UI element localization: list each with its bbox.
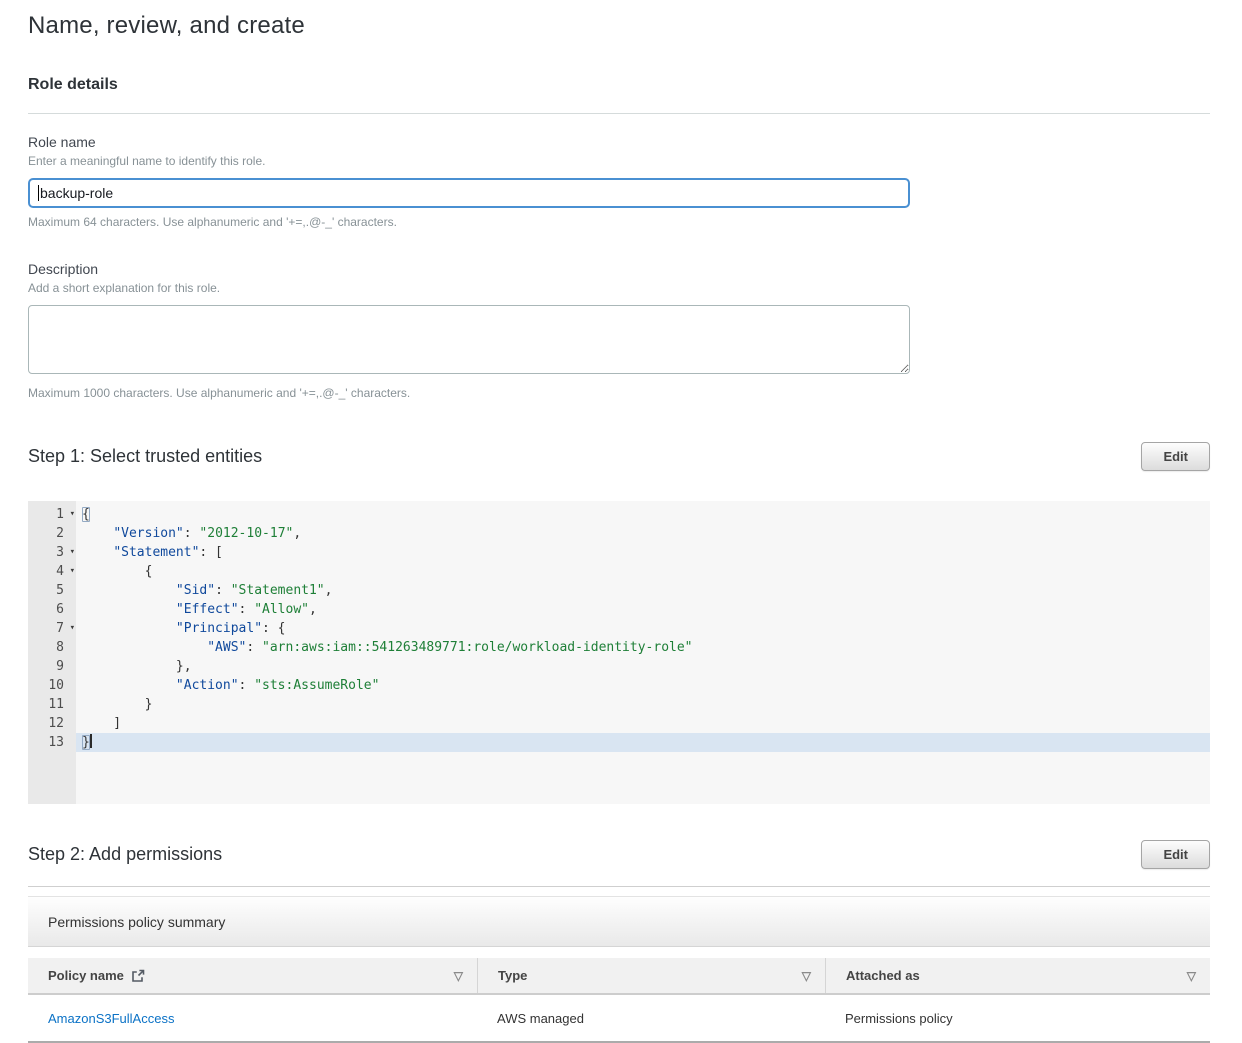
- editor-line: 5 "Sid": "Statement1",: [28, 581, 1210, 600]
- editor-line: 2 "Version": "2012-10-17",: [28, 524, 1210, 543]
- line-number: 6: [28, 600, 76, 619]
- editor-line: 8 "AWS": "arn:aws:iam::541263489771:role…: [28, 638, 1210, 657]
- description-field: Description Add a short explanation for …: [28, 261, 1210, 400]
- line-number: 8: [28, 638, 76, 657]
- step2-title: Step 2: Add permissions: [28, 844, 222, 865]
- step2-divider: [28, 886, 1210, 887]
- role-details-heading: Role details: [28, 76, 1210, 94]
- policy-type-cell: AWS managed: [477, 1011, 825, 1026]
- editor-line: 9 },: [28, 657, 1210, 676]
- role-name-label: Role name: [28, 134, 1210, 150]
- permissions-panel-header: Permissions policy summary: [28, 896, 1210, 947]
- text-cursor: [38, 185, 39, 201]
- column-header-policy-name[interactable]: Policy name ▽: [28, 958, 477, 993]
- step1-title: Step 1: Select trusted entities: [28, 446, 262, 467]
- description-help: Add a short explanation for this role.: [28, 281, 1210, 295]
- editor-line: 6 "Effect": "Allow",: [28, 600, 1210, 619]
- editor-line: 4▾ {: [28, 562, 1210, 581]
- external-link-icon: [131, 969, 145, 983]
- editor-line: 3▾ "Statement": [: [28, 543, 1210, 562]
- line-number: 13: [28, 733, 76, 752]
- fold-arrow-icon[interactable]: ▾: [70, 543, 75, 562]
- editor-line: 11 }: [28, 695, 1210, 714]
- fold-arrow-icon[interactable]: ▾: [70, 505, 75, 524]
- sort-icon[interactable]: ▽: [802, 970, 811, 982]
- column-label: Policy name: [48, 968, 124, 983]
- policy-name-link[interactable]: AmazonS3FullAccess: [48, 1011, 174, 1026]
- line-number[interactable]: 4▾: [28, 562, 76, 581]
- role-name-help: Enter a meaningful name to identify this…: [28, 154, 1210, 168]
- sort-icon[interactable]: ▽: [454, 970, 463, 982]
- step2-header: Step 2: Add permissions Edit: [28, 840, 1210, 869]
- editor-line: 12 ]: [28, 714, 1210, 733]
- role-name-constraint: Maximum 64 characters. Use alphanumeric …: [28, 215, 1210, 229]
- editor-line: 10 "Action": "sts:AssumeRole": [28, 676, 1210, 695]
- editor-cursor: [90, 734, 92, 748]
- page-content: Name, review, and create Role details Ro…: [0, 0, 1242, 1043]
- step1-edit-button[interactable]: Edit: [1141, 442, 1210, 471]
- trust-policy-editor[interactable]: 1▾{2 "Version": "2012-10-17",3▾ "Stateme…: [28, 501, 1210, 804]
- step1-header: Step 1: Select trusted entities Edit: [28, 442, 1210, 471]
- line-number: 5: [28, 581, 76, 600]
- column-header-attached-as[interactable]: Attached as ▽: [825, 958, 1210, 993]
- description-textarea[interactable]: [28, 305, 910, 374]
- line-number: 9: [28, 657, 76, 676]
- policy-attached-as-cell: Permissions policy: [825, 1011, 1210, 1026]
- role-details-divider: [28, 113, 1210, 114]
- permissions-policy-table: Policy name ▽ Type ▽ Attached as: [28, 958, 1210, 1043]
- description-constraint: Maximum 1000 characters. Use alphanumeri…: [28, 386, 1210, 400]
- line-number: 11: [28, 695, 76, 714]
- editor-line: 13}: [28, 733, 1210, 752]
- column-label: Attached as: [846, 968, 920, 983]
- step2-edit-button[interactable]: Edit: [1141, 840, 1210, 869]
- line-number[interactable]: 7▾: [28, 619, 76, 638]
- fold-arrow-icon[interactable]: ▾: [70, 562, 75, 581]
- column-header-type[interactable]: Type ▽: [477, 958, 825, 993]
- column-label: Type: [498, 968, 527, 983]
- table-row: AmazonS3FullAccess AWS managed Permissio…: [28, 995, 1210, 1043]
- line-number: 10: [28, 676, 76, 695]
- editor-line: 7▾ "Principal": {: [28, 619, 1210, 638]
- sort-icon[interactable]: ▽: [1187, 970, 1196, 982]
- line-number: 12: [28, 714, 76, 733]
- role-name-field: Role name Enter a meaningful name to ide…: [28, 134, 1210, 229]
- role-name-input[interactable]: [28, 178, 910, 208]
- line-number[interactable]: 1▾: [28, 505, 76, 524]
- description-label: Description: [28, 261, 1210, 277]
- line-number[interactable]: 3▾: [28, 543, 76, 562]
- permissions-panel-title: Permissions policy summary: [48, 914, 225, 930]
- fold-arrow-icon[interactable]: ▾: [70, 619, 75, 638]
- editor-line: 1▾{: [28, 505, 1210, 524]
- line-number: 2: [28, 524, 76, 543]
- page-title: Name, review, and create: [28, 12, 1210, 40]
- table-header-row: Policy name ▽ Type ▽ Attached as: [28, 958, 1210, 995]
